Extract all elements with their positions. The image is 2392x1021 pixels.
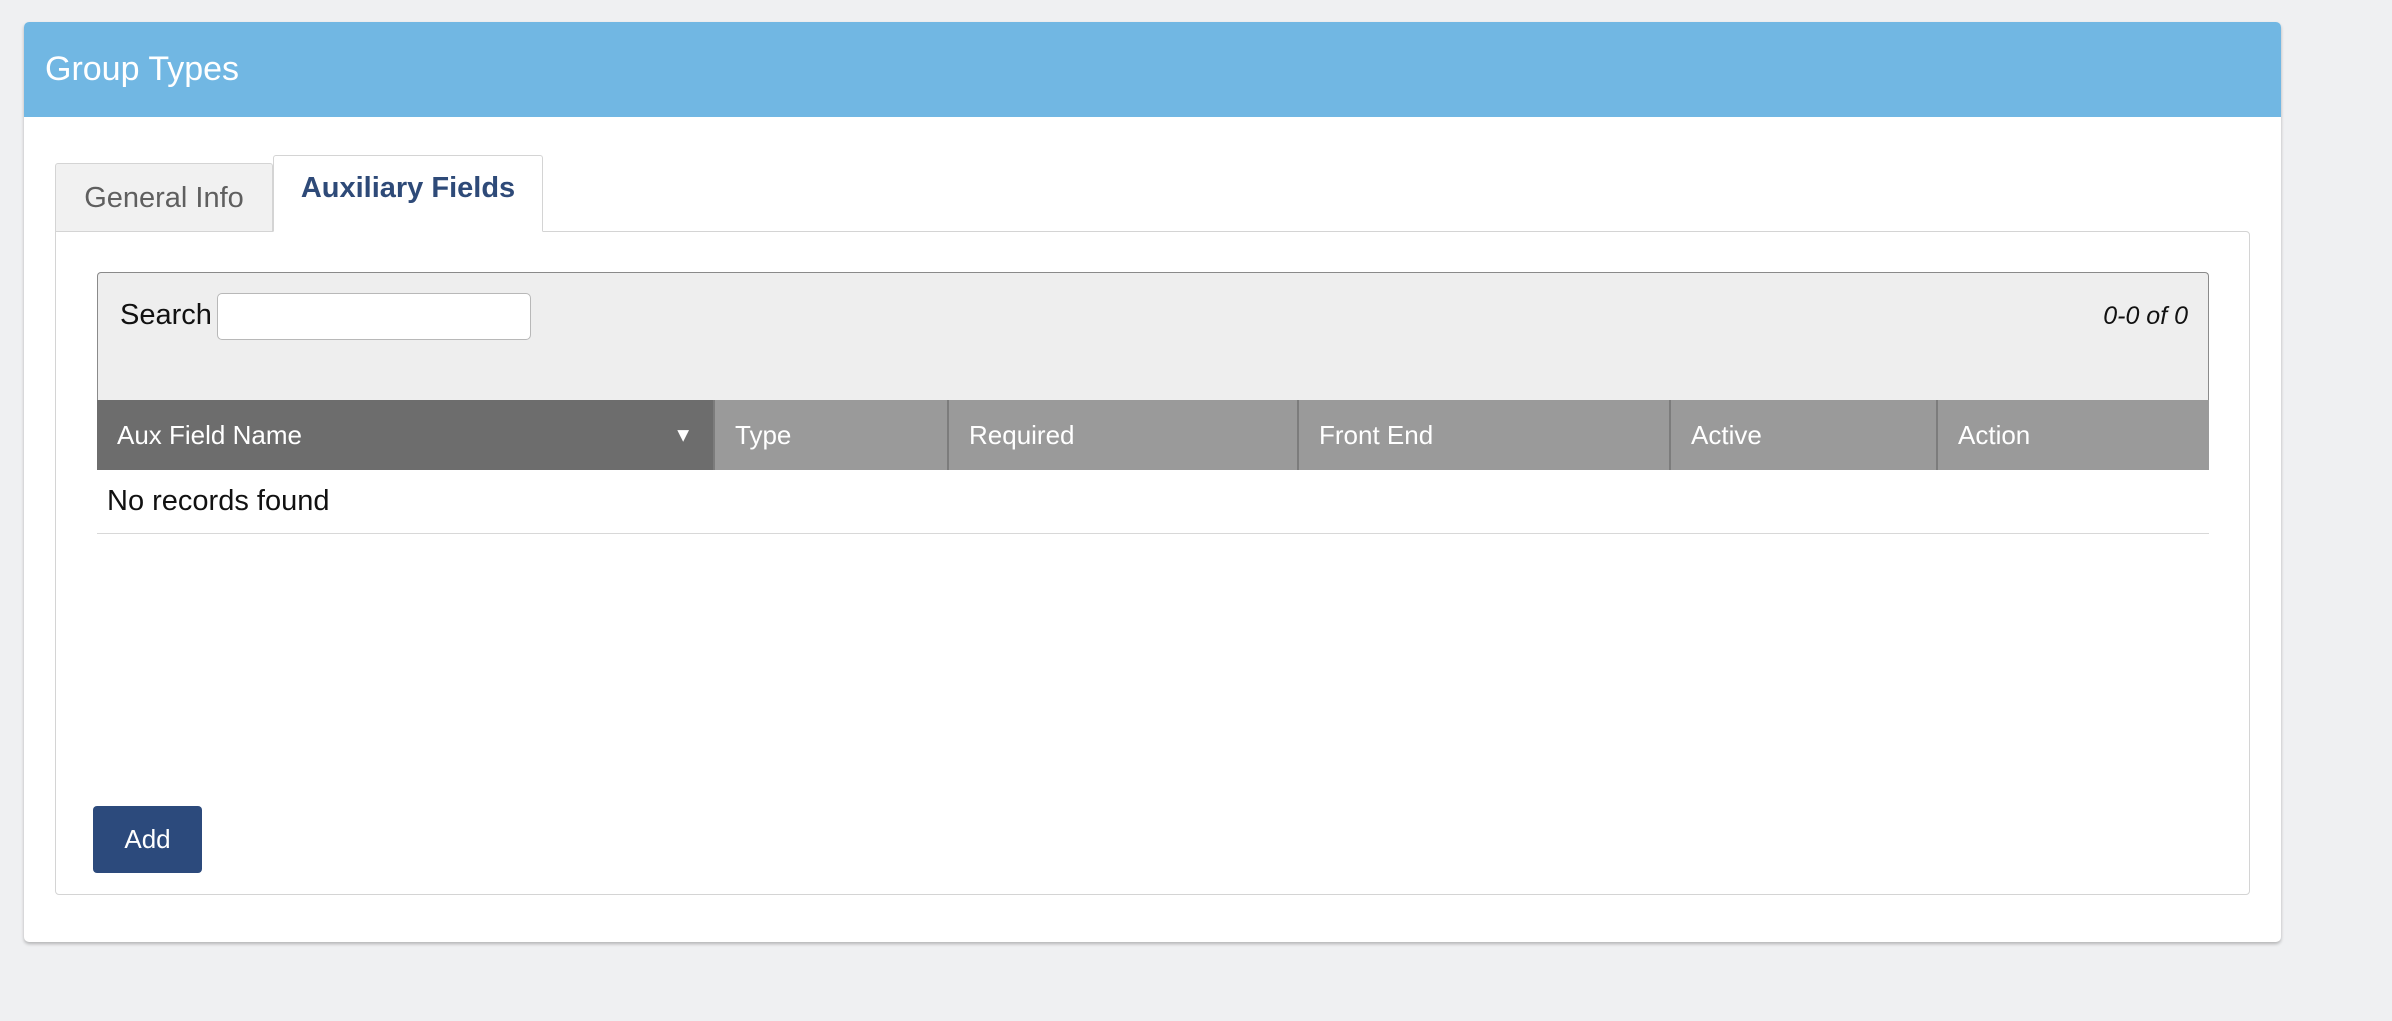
- aux-fields-grid: Search 0-0 of 0 Aux Field Name ▼ Type Re…: [97, 272, 2209, 534]
- aux-fields-table: Aux Field Name ▼ Type Required Front End…: [97, 400, 2209, 534]
- empty-message: No records found: [97, 470, 2209, 534]
- add-button[interactable]: Add: [93, 806, 202, 873]
- tab-general-info[interactable]: General Info: [55, 163, 273, 232]
- page-title: Group Types: [45, 50, 240, 88]
- column-header-label: Aux Field Name: [117, 419, 302, 450]
- tab-content-auxiliary-fields: Search 0-0 of 0 Aux Field Name ▼ Type Re…: [55, 231, 2250, 895]
- grid-toolbar: Search 0-0 of 0: [97, 272, 2209, 400]
- column-header-type[interactable]: Type: [714, 400, 949, 470]
- triangle-down-icon: ▼: [673, 424, 693, 447]
- panel-header: Group Types: [24, 22, 2281, 117]
- column-header-active[interactable]: Active: [1670, 400, 1938, 470]
- column-header-aux-field-name[interactable]: Aux Field Name ▼: [97, 400, 715, 470]
- column-header-required[interactable]: Required: [948, 400, 1299, 470]
- table-row: No records found: [97, 470, 2209, 534]
- tab-auxiliary-fields[interactable]: Auxiliary Fields: [273, 155, 543, 232]
- column-header-action[interactable]: Action: [1937, 400, 2209, 470]
- record-count: 0-0 of 0: [2103, 302, 2188, 330]
- group-types-panel: Group Types General Info Auxiliary Field…: [24, 22, 2281, 942]
- search-label: Search: [120, 299, 212, 331]
- table-header-row: Aux Field Name ▼ Type Required Front End…: [97, 400, 2209, 470]
- column-header-front-end[interactable]: Front End: [1298, 400, 1671, 470]
- search-input[interactable]: [217, 293, 531, 340]
- tab-bar: General Info Auxiliary Fields: [55, 134, 543, 232]
